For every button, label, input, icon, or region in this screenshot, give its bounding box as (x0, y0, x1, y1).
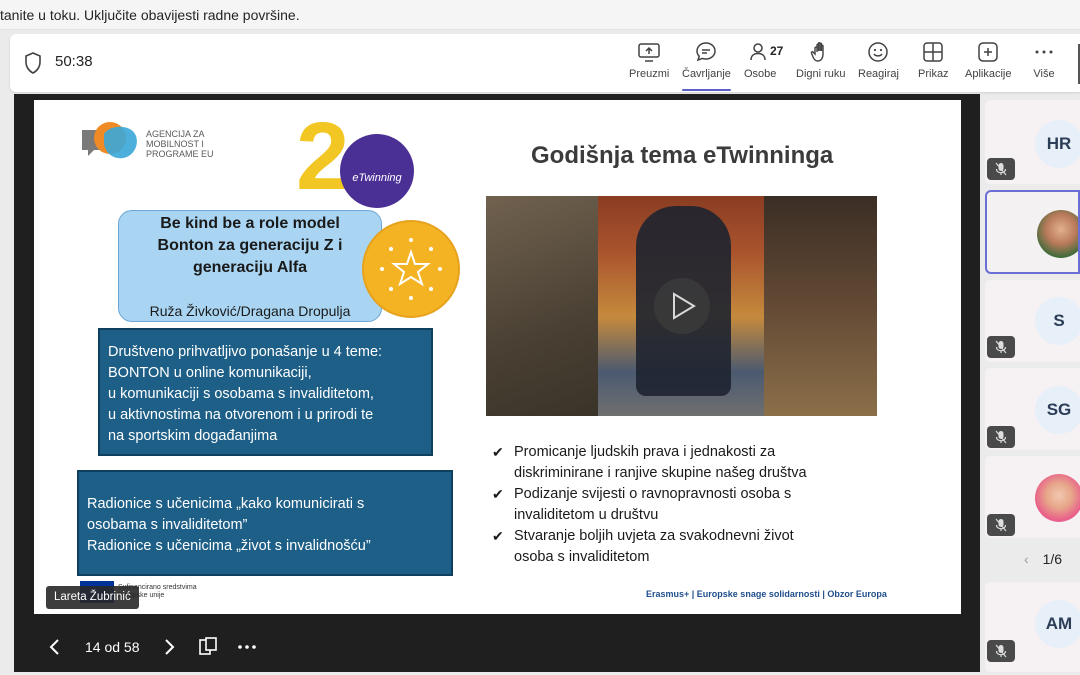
avatar: S (1035, 297, 1080, 345)
slide-authors: Ruža Živković/Dragana Dropulja (149, 303, 351, 319)
previous-slide-icon[interactable] (48, 636, 62, 658)
presenter-name-tag: Lareta Žubrinić (46, 586, 139, 609)
chevron-left-icon[interactable]: ‹ (1024, 551, 1029, 567)
share-button[interactable]: Preuzmi (629, 40, 669, 88)
list-item: ✔ Promicanje ljudskih prava i jednakosti… (490, 442, 920, 484)
embedded-video[interactable] (486, 196, 877, 416)
people-count: 27 (770, 44, 784, 58)
share-label: Preuzmi (629, 68, 670, 80)
view-label: Prikaz (918, 68, 949, 80)
star-badge-icon (362, 220, 460, 318)
list-item: ✔ Stvaranje boljih uvjeta za svakodnevni… (490, 526, 920, 568)
participant-tile[interactable] (985, 190, 1080, 274)
checkmark-icon: ✔ (492, 444, 504, 460)
list-item-line: Podizanje svijesti o ravnopravnosti osob… (514, 486, 792, 502)
topics-line: BONTON u online komunikaciji, (108, 365, 312, 381)
react-button[interactable]: Reagiraj (858, 40, 899, 88)
shield-icon (25, 52, 41, 74)
raise-hand-button[interactable]: Digni ruku (796, 40, 846, 88)
workshops-box: Radionice s učenicima „kako komunicirati… (77, 470, 453, 576)
topics-line: Društveno prihvatljivo ponašanje u 4 tem… (108, 344, 383, 360)
participant-tile[interactable]: SG (985, 368, 1080, 450)
agency-name: AGENCIJA ZA MOBILNOST I PROGRAME EU (146, 129, 214, 159)
mic-muted-icon (987, 158, 1015, 180)
play-button[interactable] (654, 278, 710, 334)
title-line-3: generaciju Alfa (192, 259, 308, 276)
title-line-2: Bonton za generaciju Z i (157, 237, 343, 254)
shared-slide: AGENCIJA ZA MOBILNOST I PROGRAME EU 2 eT… (34, 100, 961, 614)
apps-label: Aplikacije (965, 68, 1012, 80)
workshops-line: Radionice s učenicima „kako komunicirati… (87, 496, 365, 512)
presentation-stage: AGENCIJA ZA MOBILNOST I PROGRAME EU 2 eT… (14, 94, 980, 672)
participant-tile[interactable] (985, 456, 1080, 538)
topics-box: Društveno prihvatljivo ponašanje u 4 tem… (98, 328, 433, 456)
meeting-timer: 50:38 (55, 53, 93, 70)
mic-muted-icon (987, 514, 1015, 536)
notification-bar: tanite u toku. Uključite obavijesti radn… (0, 0, 1080, 30)
active-tab-indicator (682, 89, 731, 91)
participant-pager: ‹ 1/6 (1024, 551, 1062, 567)
slides-overview-icon[interactable] (198, 636, 218, 658)
list-item-line: invaliditetom u društvu (514, 507, 659, 523)
play-icon (673, 292, 696, 320)
share-screen-icon (638, 43, 660, 62)
mic-muted-icon (987, 426, 1015, 448)
slide-more-options-icon[interactable] (236, 636, 258, 658)
avatar: SG (1035, 386, 1080, 434)
etwinning-logo (340, 134, 414, 208)
slide-page-indicator: 14 od 58 (85, 639, 140, 655)
participant-tile[interactable]: HR (985, 100, 1080, 184)
raise-hand-icon (810, 42, 824, 62)
topics-line: na sportskim događanjima (108, 428, 278, 444)
people-label: Osobe (744, 68, 777, 80)
title-line-1: Be kind be a role model (160, 215, 340, 232)
slide-heading: Godišnja tema eTwinninga (531, 142, 834, 169)
more-label: Više (1033, 68, 1055, 80)
list-item-line: Promicanje ljudskih prava i jednakosti z… (514, 444, 776, 460)
video-frame-left (486, 196, 598, 416)
program-footer: Erasmus+ | Europske snage solidarnosti |… (646, 589, 887, 599)
chat-button[interactable]: Čavrljanje (682, 40, 731, 91)
agency-logo (82, 122, 137, 159)
checkmark-icon: ✔ (492, 486, 504, 502)
smile-icon (868, 42, 889, 62)
next-slide-icon[interactable] (162, 636, 176, 658)
chat-label: Čavrljanje (682, 68, 731, 80)
react-label: Reagiraj (858, 68, 899, 80)
pager-indicator: 1/6 (1042, 551, 1063, 567)
participant-tile[interactable]: AM (985, 582, 1080, 672)
participant-tile[interactable]: S (985, 280, 1080, 362)
list-item-line: Stvaranje boljih uvjeta za svakodnevni ž… (514, 528, 794, 544)
topics-line: u komunikaciji s osobama s invaliditetom… (108, 386, 374, 402)
list-item-line: osoba s invaliditetom (514, 549, 650, 565)
notification-text: tanite u toku. Uključite obavijesti radn… (0, 7, 300, 23)
chat-icon (696, 42, 717, 62)
avatar (1035, 474, 1080, 522)
mic-muted-icon (987, 640, 1015, 662)
more-button[interactable]: Više (1032, 40, 1056, 88)
view-grid-icon (923, 42, 944, 62)
workshops-line: Radionice s učenicima „život s invalidno… (87, 538, 371, 554)
apps-button[interactable]: Aplikacije (965, 40, 1011, 88)
people-icon (750, 43, 766, 61)
workshops-line: osobama s invaliditetom” (87, 517, 248, 533)
slide-title-box: Be kind be a role model Bonton za genera… (118, 210, 382, 322)
topics-line: u aktivnostima na otvorenom i u prirodi … (108, 407, 374, 423)
people-button[interactable]: 27 Osobe (744, 40, 783, 88)
add-app-icon (978, 42, 998, 62)
list-item: ✔ Podizanje svijesti o ravnopravnosti os… (490, 484, 920, 526)
view-button[interactable]: Prikaz (918, 40, 949, 88)
mic-muted-icon (987, 336, 1015, 358)
goals-list: ✔ Promicanje ljudskih prava i jednakosti… (490, 442, 920, 568)
avatar: HR (1035, 120, 1080, 168)
checkmark-icon: ✔ (492, 528, 504, 544)
raise-hand-label: Digni ruku (796, 68, 846, 80)
list-item-line: diskriminirane i ranjive skupine našeg d… (514, 465, 807, 481)
avatar (1037, 210, 1078, 258)
more-icon (1035, 50, 1053, 54)
meeting-toolbar: 50:38 Preuzmi Čavrljanje 27 Osobe Digni … (10, 34, 1080, 92)
etwinning-logo-text: eTwinning (352, 172, 402, 184)
video-frame-right (764, 196, 877, 416)
avatar: AM (1035, 600, 1080, 648)
